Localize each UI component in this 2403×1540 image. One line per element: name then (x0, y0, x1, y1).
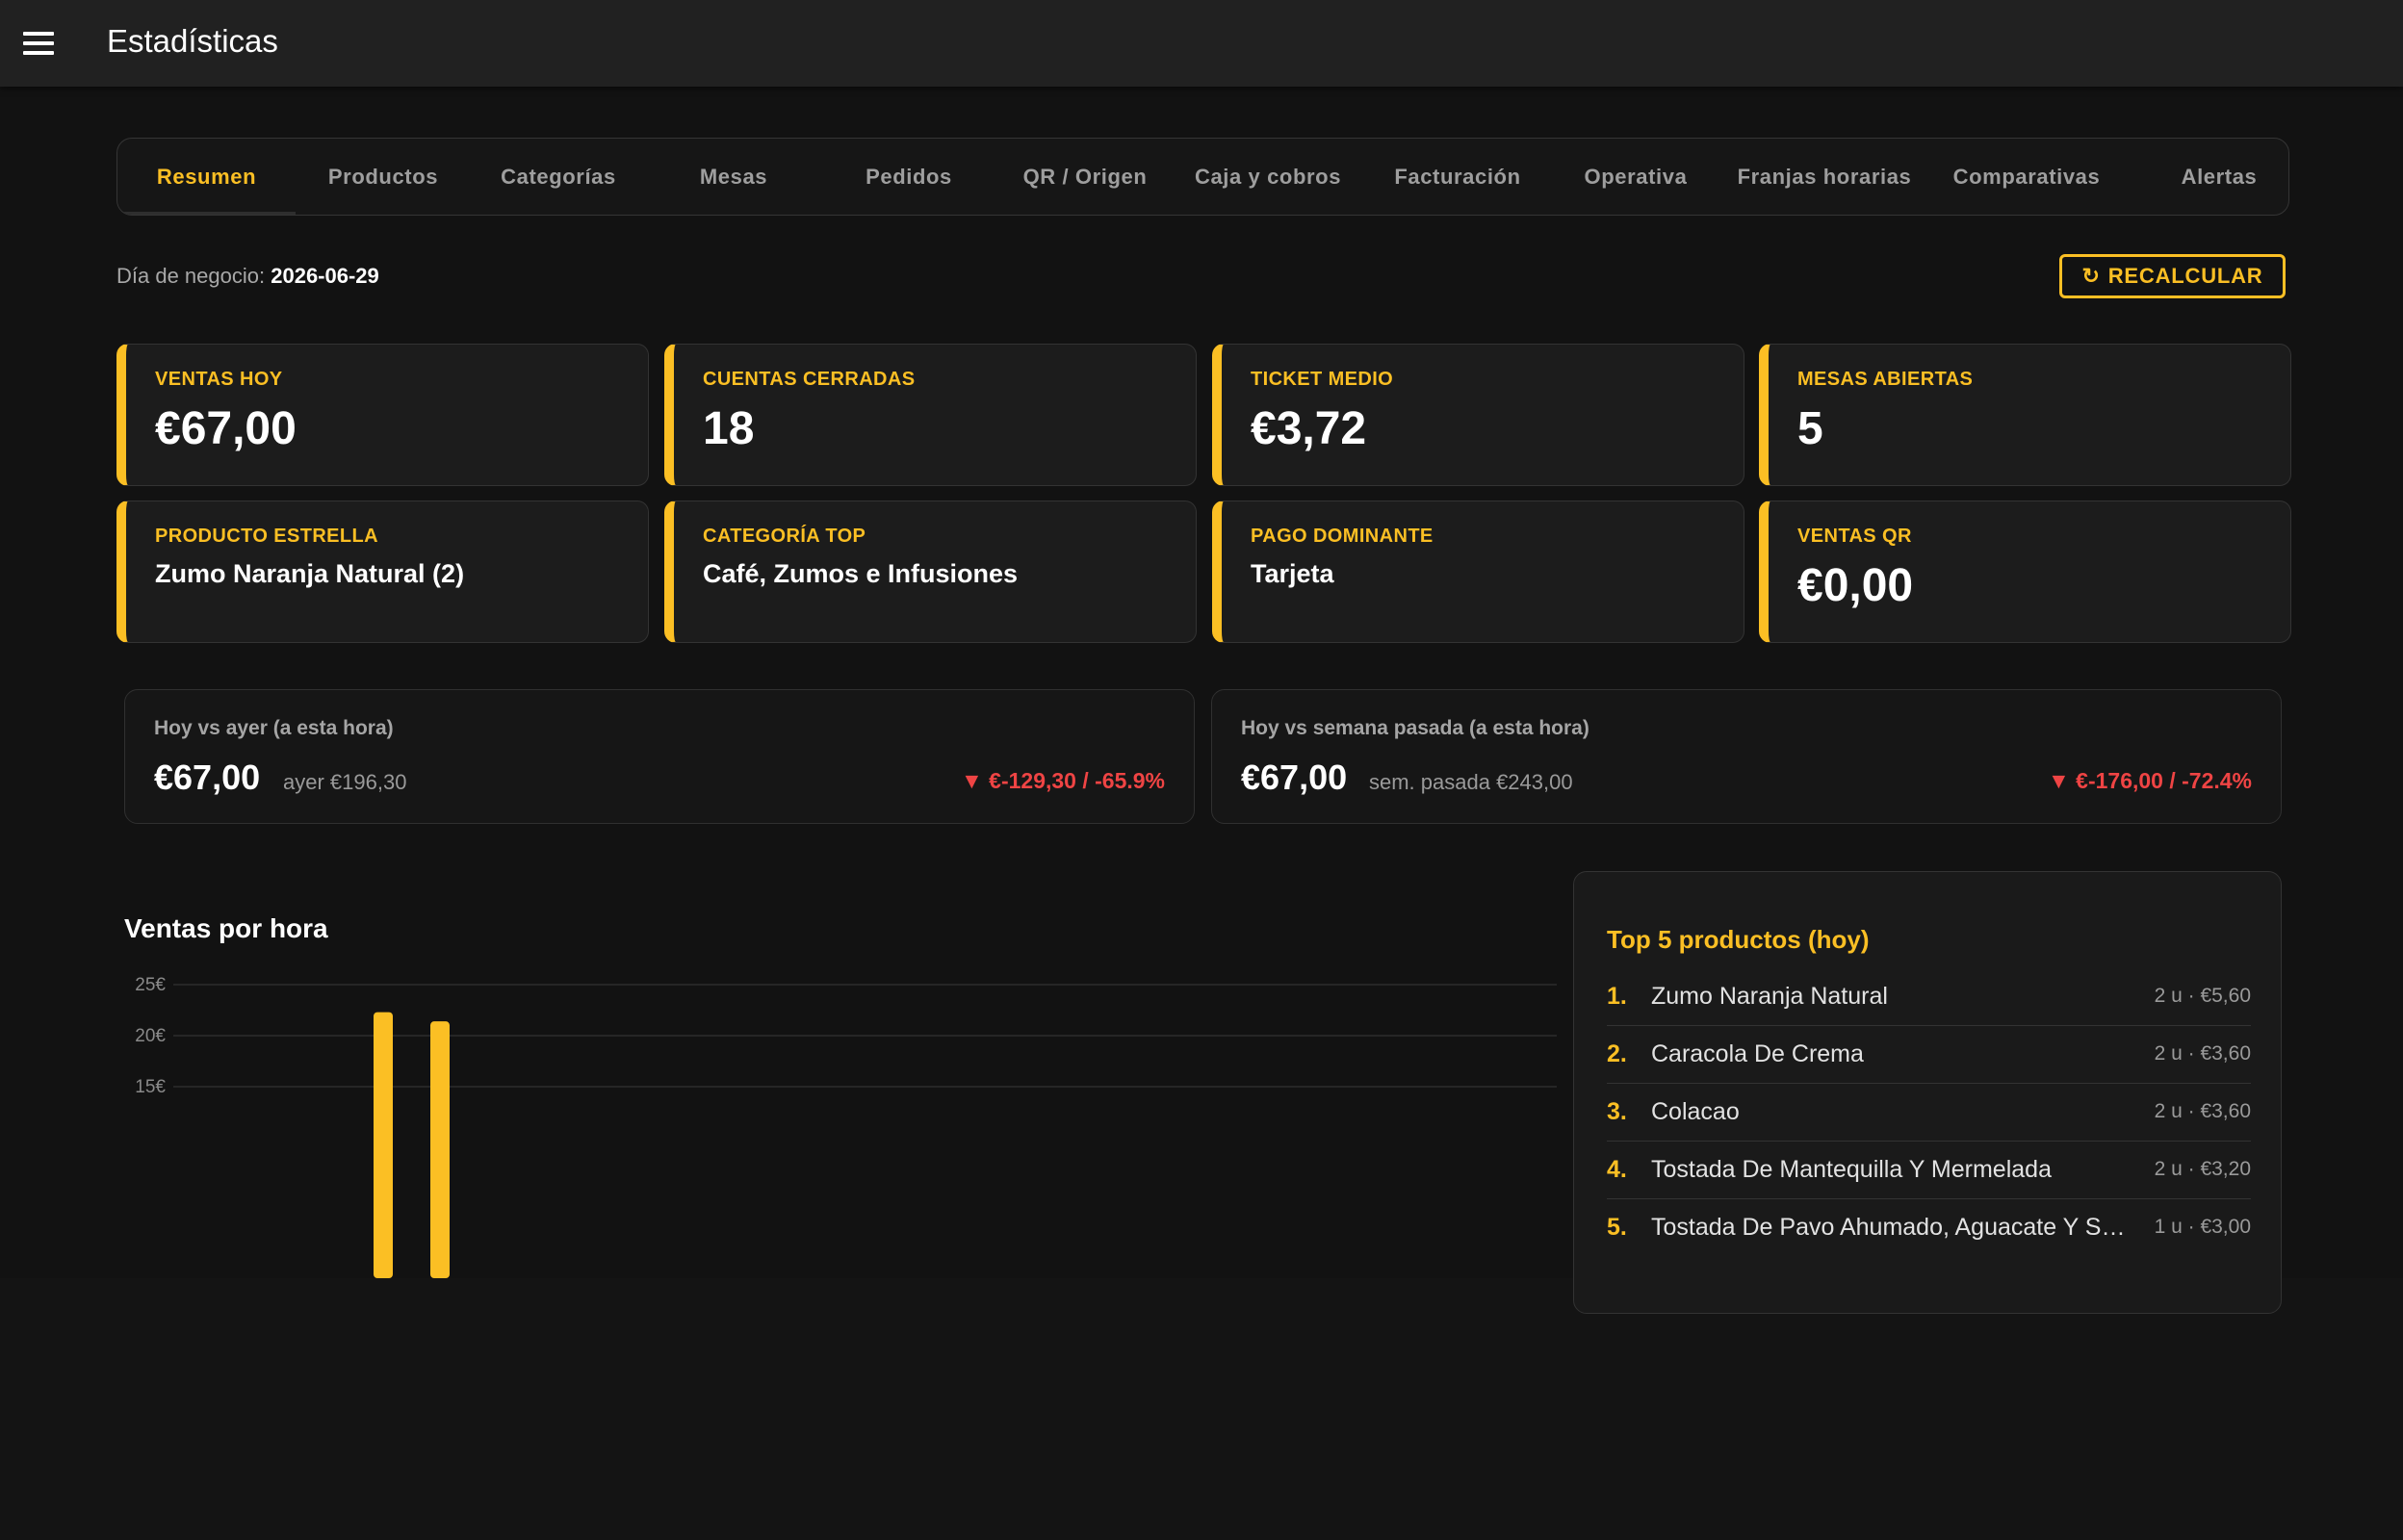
app-bar: Estadísticas (0, 0, 2403, 87)
kpi-categoria-top: CATEGORÍA TOP Café, Zumos e Infusiones (664, 500, 1197, 643)
kpi-value: Zumo Naranja Natural (2) (155, 559, 465, 588)
kpi-label: PRODUCTO ESTRELLA (155, 526, 378, 547)
top5-rank: 2. (1607, 1040, 1627, 1067)
bar (430, 1021, 450, 1278)
business-day-label: Día de negocio: (116, 264, 266, 288)
kpi-ventas-qr: VENTAS QR €0,00 (1759, 500, 2291, 643)
top5-rank: 5. (1607, 1214, 1627, 1241)
top5-product-name: Tostada De Mantequilla Y Mermelada (1651, 1156, 2052, 1183)
tab-franjas-horarias[interactable]: Franjas horarias (1718, 139, 1930, 215)
business-day-value: 2026-06-29 (271, 264, 379, 288)
top5-list: 1. Zumo Naranja Natural 2 u · €5,60 2. C… (1607, 968, 2251, 1257)
kpi-value: 18 (703, 403, 755, 454)
compare-label: Hoy vs ayer (a esta hora) (154, 717, 394, 739)
top5-product-name: Tostada De Pavo Ahumado, Aguacate Y Sésa… (1651, 1214, 2132, 1241)
recalculate-button[interactable]: ↻ RECALCULAR (2059, 254, 2286, 298)
top5-product-meta: 2 u · €5,60 (2154, 985, 2251, 1007)
kpi-cuentas-cerradas: CUENTAS CERRADAS 18 (664, 344, 1197, 486)
tab-pedidos[interactable]: Pedidos (821, 139, 996, 215)
y-tick-label: 15€ (135, 1077, 166, 1097)
tab-qr-origen[interactable]: QR / Origen (996, 139, 1174, 215)
top5-item: 3. Colacao 2 u · €3,60 (1607, 1084, 2251, 1142)
top5-product-name: Colacao (1651, 1098, 1740, 1125)
compare-last-week-card: Hoy vs semana pasada (a esta hora) €67,0… (1211, 689, 2282, 824)
kpi-value: €0,00 (1797, 560, 1914, 611)
kpi-label: MESAS ABIERTAS (1797, 369, 1974, 390)
kpi-label: TICKET MEDIO (1251, 369, 1394, 390)
top5-item: 1. Zumo Naranja Natural 2 u · €5,60 (1607, 968, 2251, 1026)
top5-product-name: Caracola De Crema (1651, 1040, 1864, 1067)
kpi-label: VENTAS HOY (155, 369, 283, 390)
compare-prev-value: sem. pasada €243,00 (1369, 770, 1573, 794)
refresh-icon: ↻ (2081, 264, 2101, 288)
kpi-label: PAGO DOMINANTE (1251, 526, 1434, 547)
recalculate-label: RECALCULAR (2107, 264, 2263, 288)
compare-delta: ▼ €-176,00 / -72.4% (2048, 768, 2252, 793)
kpi-value: €67,00 (155, 403, 297, 454)
y-tick-label: 20€ (135, 1026, 166, 1046)
compare-now-value: €67,00 (1241, 757, 1348, 797)
top5-product-meta: 2 u · €3,60 (2154, 1100, 2251, 1122)
kpi-ventas-hoy: VENTAS HOY €67,00 (116, 344, 649, 486)
top5-item: 5. Tostada De Pavo Ahumado, Aguacate Y S… (1607, 1199, 2251, 1257)
y-tick-label: 25€ (135, 975, 166, 995)
kpi-label: CUENTAS CERRADAS (703, 369, 916, 390)
kpi-pago-dominante: PAGO DOMINANTE Tarjeta (1212, 500, 1744, 643)
top5-rank: 4. (1607, 1156, 1627, 1183)
menu-icon[interactable] (23, 32, 54, 55)
kpi-value: 5 (1797, 403, 1823, 454)
tab-categorias[interactable]: Categorías (471, 139, 646, 215)
stats-tabs: Resumen Productos Categorías Mesas Pedid… (116, 138, 2289, 216)
kpi-value: Café, Zumos e Infusiones (703, 559, 1019, 588)
compare-label: Hoy vs semana pasada (a esta hora) (1241, 717, 1589, 739)
top5-product-meta: 1 u · €3,00 (2154, 1216, 2251, 1238)
kpi-ticket-medio: TICKET MEDIO €3,72 (1212, 344, 1744, 486)
empty-area (0, 1278, 2403, 1540)
top5-product-name: Zumo Naranja Natural (1651, 983, 1888, 1010)
tab-mesas[interactable]: Mesas (646, 139, 821, 215)
compare-prev-value: ayer €196,30 (283, 770, 407, 794)
bar (374, 1012, 393, 1278)
kpi-mesas-abiertas: MESAS ABIERTAS 5 (1759, 344, 2291, 486)
top5-item: 2. Caracola De Crema 2 u · €3,60 (1607, 1026, 2251, 1084)
tab-comparativas[interactable]: Comparativas (1930, 139, 2123, 215)
top5-product-meta: 2 u · €3,60 (2154, 1042, 2251, 1065)
kpi-label: VENTAS QR (1797, 526, 1912, 547)
chart-title: Ventas por hora (124, 913, 328, 943)
tab-resumen[interactable]: Resumen (117, 139, 296, 215)
tab-facturacion[interactable]: Facturación (1362, 139, 1553, 215)
compare-yesterday-card: Hoy vs ayer (a esta hora) €67,00 ayer €1… (124, 689, 1195, 824)
business-day: Día de negocio: 2026-06-29 (116, 264, 379, 289)
page-title: Estadísticas (107, 23, 278, 59)
top5-title: Top 5 productos (hoy) (1607, 925, 1870, 954)
top5-rank: 1. (1607, 983, 1627, 1010)
top5-product-meta: 2 u · €3,20 (2154, 1158, 2251, 1180)
compare-now-value: €67,00 (154, 757, 261, 797)
tab-alertas[interactable]: Alertas (2123, 139, 2288, 215)
kpi-value: Tarjeta (1251, 559, 1334, 588)
tab-productos[interactable]: Productos (296, 139, 471, 215)
top5-products-card: Top 5 productos (hoy) 1. Zumo Naranja Na… (1573, 871, 2282, 1314)
tab-caja-cobros[interactable]: Caja y cobros (1174, 139, 1362, 215)
top5-item: 4. Tostada De Mantequilla Y Mermelada 2 … (1607, 1142, 2251, 1199)
tab-indicator (117, 212, 296, 215)
kpi-label: CATEGORÍA TOP (703, 526, 866, 547)
kpi-producto-estrella: PRODUCTO ESTRELLA Zumo Naranja Natural (… (116, 500, 649, 643)
kpi-value: €3,72 (1251, 403, 1367, 454)
compare-delta: ▼ €-129,30 / -65.9% (961, 768, 1165, 793)
tab-operativa[interactable]: Operativa (1553, 139, 1718, 215)
sales-by-hour-chart: 25€ 20€ 15€ (135, 975, 1557, 1278)
top5-rank: 3. (1607, 1098, 1627, 1125)
